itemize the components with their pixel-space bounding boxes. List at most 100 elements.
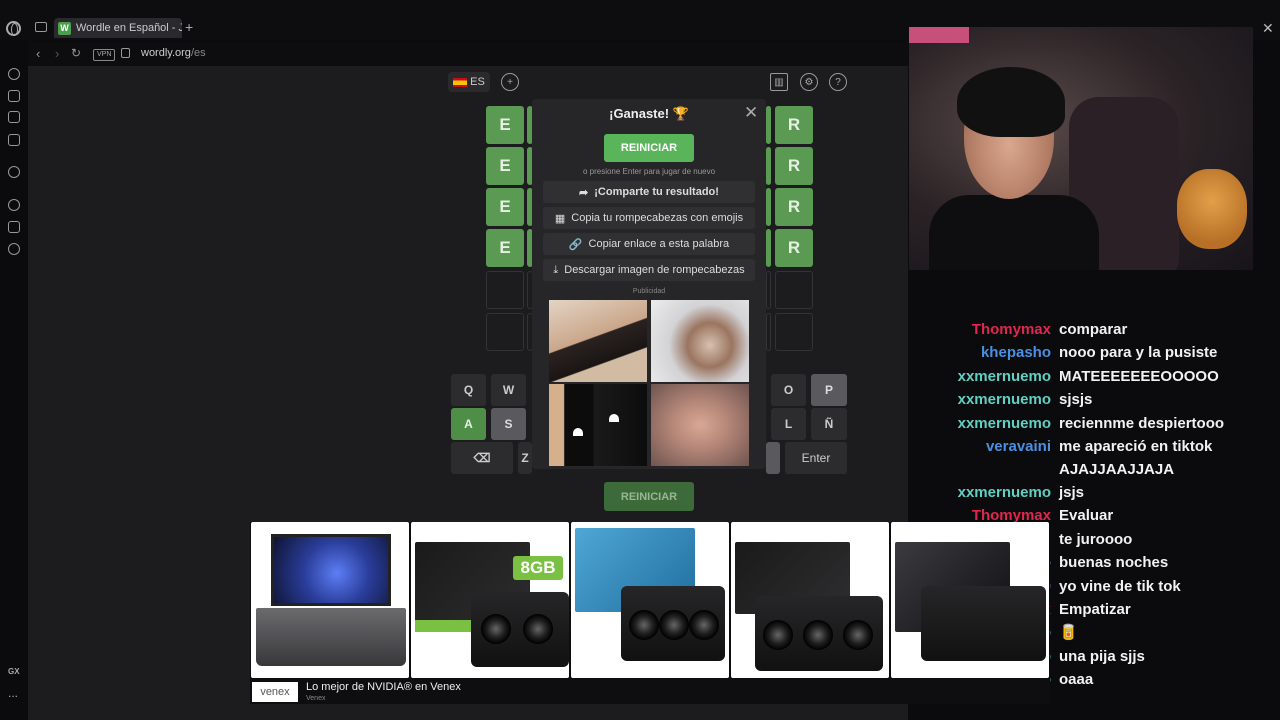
close-window-icon[interactable]: ✕: [1262, 20, 1274, 37]
grid-icon: ▦: [554, 212, 566, 225]
vpn-badge[interactable]: VPN: [93, 49, 116, 61]
ad-product-gpu[interactable]: [891, 522, 1049, 678]
help-icon[interactable]: ?: [829, 73, 847, 91]
chatgpt-icon[interactable]: [8, 166, 20, 178]
fan-icon: [763, 620, 793, 650]
modal-title: ¡Ganaste! 🏆: [609, 106, 689, 121]
spain-flag-icon: [453, 77, 468, 87]
memory-badge: 8GB: [513, 556, 563, 580]
pinboard-icon[interactable]: [8, 111, 20, 123]
ad-image[interactable]: [651, 300, 749, 382]
chat-text: te juroooo: [1059, 531, 1133, 548]
browser-tab[interactable]: W Wordle en Español - Juego: [54, 18, 182, 38]
chat-text: buenas noches: [1059, 554, 1169, 571]
backspace-key[interactable]: ⌫: [451, 442, 513, 474]
lock-icon[interactable]: [121, 48, 130, 58]
webcam-hair: [957, 67, 1065, 137]
copy-link-button[interactable]: 🔗 Copiar enlace a esta palabra: [543, 233, 755, 255]
chat-username[interactable]: xxmernuemo: [958, 412, 1051, 435]
bag-icon[interactable]: [8, 90, 20, 102]
share-label: ¡Comparte tu resultado!: [594, 186, 719, 198]
chat-text: me apareció en tiktok AJAJJAAJJAJA: [1059, 438, 1213, 478]
clock-icon[interactable]: [8, 199, 20, 211]
extensions-icon[interactable]: [8, 221, 20, 233]
close-icon[interactable]: ✕: [744, 103, 758, 123]
chat-text: 🥫: [1059, 624, 1078, 641]
chat-username[interactable]: xxmernuemo: [958, 481, 1051, 504]
screen: W Wordle en Español - Juego + ✕ ‹ › ↻ VP…: [0, 0, 1280, 720]
ad-product-gpu[interactable]: 8GB: [411, 522, 569, 678]
fan-icon: [803, 620, 833, 650]
ad-image[interactable]: [651, 384, 749, 466]
gpu-card: [471, 592, 569, 667]
url-text[interactable]: wordly.org/es: [141, 47, 206, 59]
reiniciar-button-background[interactable]: REINICIAR: [604, 482, 694, 511]
key[interactable]: Q: [451, 374, 486, 406]
ad-product-laptop[interactable]: [251, 522, 409, 678]
chat-text: una pija sjjs: [1059, 648, 1145, 665]
board-tile: E: [486, 229, 524, 267]
board-tile: [766, 188, 771, 226]
board-tile: R: [775, 106, 813, 144]
key[interactable]: Ñ: [811, 408, 847, 440]
chat-text: Evaluar: [1059, 507, 1114, 524]
chat-username[interactable]: xxmernuemo: [958, 365, 1051, 388]
board-tile: E: [486, 188, 524, 226]
key[interactable]: O: [771, 374, 806, 406]
board-tile: [766, 147, 771, 185]
tab-list-icon[interactable]: [35, 22, 47, 32]
add-icon[interactable]: +: [501, 73, 519, 91]
ad-footer[interactable]: venex Lo mejor de NVIDIA® en Venex Venex: [250, 680, 1050, 704]
url-host: wordly.org: [141, 47, 191, 59]
gpu-card: [921, 586, 1046, 661]
download-image-button[interactable]: ⤓ Descargar imagen de rompecabezas: [543, 259, 755, 281]
teddy-bear: [1177, 169, 1247, 249]
opera-logo-icon[interactable]: [6, 21, 21, 36]
key[interactable]: P: [811, 374, 847, 406]
webcam-decoration: [909, 27, 969, 43]
history-icon[interactable]: [8, 68, 20, 80]
stats-icon[interactable]: ▥: [770, 73, 788, 91]
forward-icon[interactable]: ›: [55, 46, 59, 61]
product-ad: 8GB: [250, 522, 1050, 704]
settings-icon[interactable]: [8, 243, 20, 255]
ad-product-gpu[interactable]: [571, 522, 729, 678]
fan-icon: [689, 610, 719, 640]
ad-image[interactable]: [549, 300, 647, 382]
language-selector[interactable]: ES: [448, 72, 490, 92]
ad-image[interactable]: [549, 384, 647, 466]
fan-icon: [523, 614, 553, 644]
chat-username[interactable]: xxmernuemo: [958, 388, 1051, 411]
key[interactable]: S: [491, 408, 526, 440]
copy-emoji-button[interactable]: ▦ Copia tu rompecabezas con emojis: [543, 207, 755, 229]
board-tile: E: [486, 106, 524, 144]
language-label: ES: [470, 76, 485, 88]
key[interactable]: Z: [518, 442, 532, 474]
key[interactable]: W: [491, 374, 526, 406]
board-tile: [775, 271, 813, 309]
reiniciar-button[interactable]: REINICIAR: [604, 134, 694, 162]
chat-text: reciennme despiertooo: [1059, 415, 1225, 432]
new-tab-icon[interactable]: +: [185, 19, 193, 35]
webcam-overlay: [909, 27, 1253, 270]
fan-icon: [481, 614, 511, 644]
key[interactable]: A: [451, 408, 486, 440]
key[interactable]: [766, 442, 780, 474]
ad-product-gpu[interactable]: [731, 522, 889, 678]
more-icon[interactable]: ...: [8, 686, 18, 700]
chat-username[interactable]: veravaini: [986, 435, 1051, 458]
fan-icon: [629, 610, 659, 640]
board-tile: R: [775, 147, 813, 185]
mail-icon[interactable]: [8, 134, 20, 146]
chat-username[interactable]: Thomymax: [972, 318, 1051, 341]
key[interactable]: L: [771, 408, 806, 440]
gear-icon[interactable]: ⚙: [800, 73, 818, 91]
chat-username[interactable]: khepasho: [981, 341, 1051, 364]
share-result-button[interactable]: ➦ ¡Comparte tu resultado!: [543, 181, 755, 203]
board-tile: [766, 313, 771, 351]
reload-icon[interactable]: ↻: [71, 46, 81, 60]
back-icon[interactable]: ‹: [36, 46, 40, 61]
webcam-body: [929, 195, 1099, 270]
enter-key[interactable]: Enter: [785, 442, 847, 474]
gx-label[interactable]: GX: [8, 667, 20, 676]
